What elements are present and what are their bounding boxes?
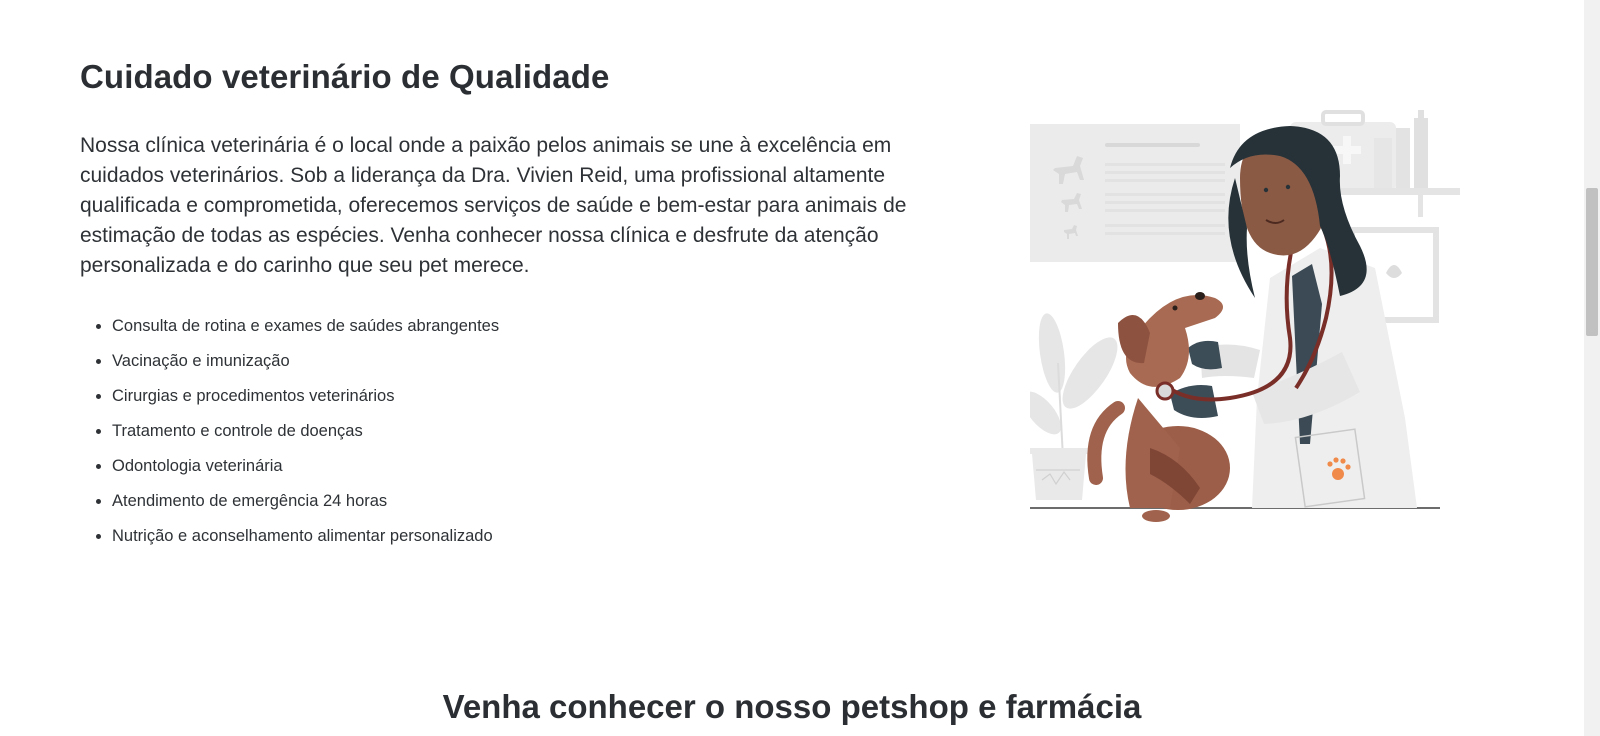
list-item: Cirurgias e procedimentos veterinários — [112, 379, 499, 414]
veterinarian-illustration — [1030, 110, 1460, 522]
list-item: Odontologia veterinária — [112, 449, 499, 484]
page-content: Cuidado veterinário de Qualidade Nossa c… — [0, 0, 1584, 736]
intro-paragraph: Nossa clínica veterinária é o local onde… — [80, 134, 907, 277]
list-item: Consulta de rotina e exames de saúdes ab… — [112, 309, 499, 344]
scrollbar[interactable] — [1584, 0, 1600, 736]
glove — [1188, 340, 1222, 370]
list-item: Tratamento e controle de doenças — [112, 414, 499, 449]
section-title: Cuidado veterinário de Qualidade — [80, 58, 610, 95]
petshop-section-title: Venha conhecer o nosso petshop e farmáci… — [442, 688, 1142, 725]
scrollbar-thumb[interactable] — [1586, 188, 1598, 336]
list-item: Nutrição e aconselhamento alimentar pers… — [112, 519, 499, 554]
list-item: Vacinação e imunização — [112, 344, 499, 379]
services-list: Consulta de rotina e exames de saúdes ab… — [80, 309, 499, 554]
list-item: Atendimento de emergência 24 horas — [112, 484, 499, 519]
